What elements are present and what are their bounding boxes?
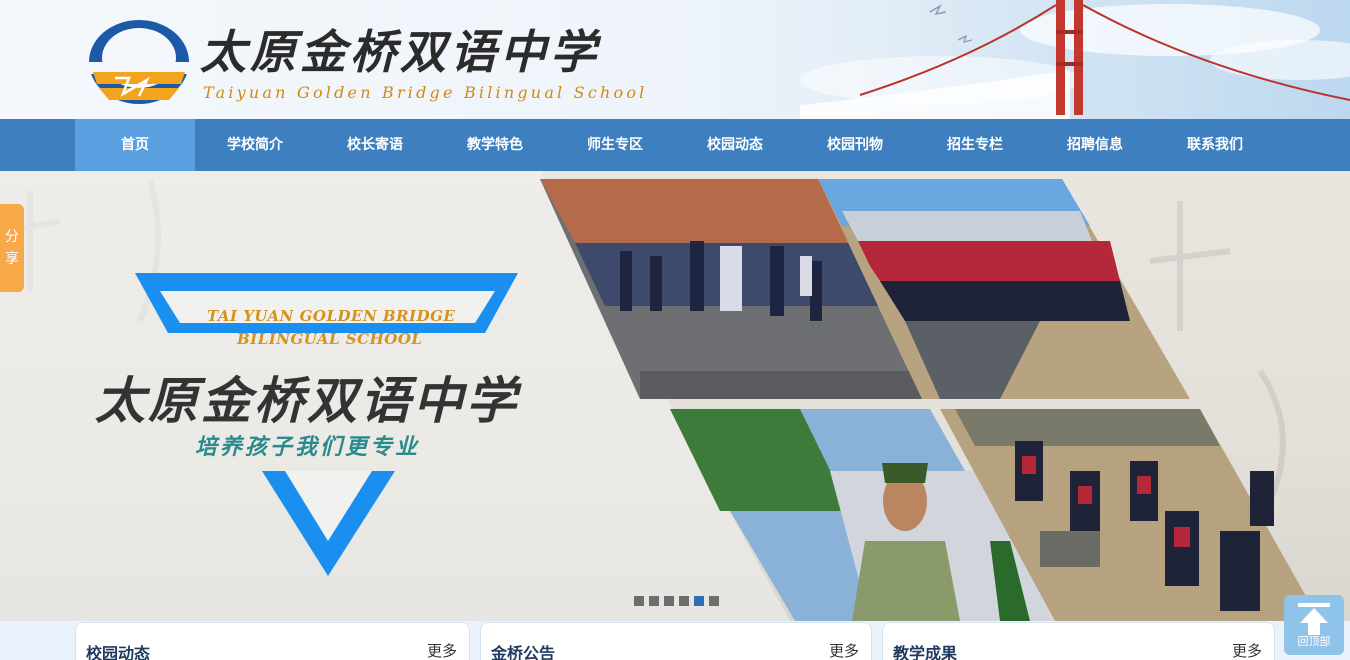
more-link[interactable]: 更多 [1232,640,1262,660]
site-header: 太原金桥双语中学 Taiyuan Golden Bridge Bilingual… [0,0,1350,119]
slider-dot-active[interactable] [694,596,704,606]
nav-item-campus-news[interactable]: 校园动态 [675,119,795,171]
nav-item-home[interactable]: 首页 [75,119,195,171]
nav-list: 首页 学校简介 校长寄语 教学特色 师生专区 校园动态 校园刊物 招生专栏 招聘… [75,119,1275,171]
share-label-1: 分 [5,229,19,245]
banner-en-line2: BILINGUAL SCHOOL [237,330,423,348]
slider-dot[interactable] [649,596,659,606]
nav-item-about[interactable]: 学校简介 [195,119,315,171]
golden-bridge-illustration [740,0,1350,119]
slider-dot[interactable] [709,596,719,606]
nav-item-publications[interactable]: 校园刊物 [795,119,915,171]
banner-title: 太原金桥双语中学 [95,371,519,430]
back-to-top-label: 回顶部 [1297,635,1331,648]
nav-item-admissions[interactable]: 招生专栏 [915,119,1035,171]
nav-item-teaching-features[interactable]: 教学特色 [435,119,555,171]
school-logo[interactable] [85,18,193,106]
back-to-top-button[interactable]: 回顶部 [1284,595,1344,655]
slider-dot[interactable] [634,596,644,606]
share-tab[interactable]: 分 享 [0,204,24,292]
slider-dots [634,596,719,606]
more-link[interactable]: 更多 [829,640,859,660]
more-link[interactable]: 更多 [427,640,457,660]
slider-dot[interactable] [679,596,689,606]
nav-item-recruitment[interactable]: 招聘信息 [1035,119,1155,171]
school-name-en: Taiyuan Golden Bridge Bilingual School [203,83,648,102]
panel-title: 教学成果 [893,644,958,660]
nav-item-contact[interactable]: 联系我们 [1155,119,1275,171]
panel-campus-news: 校园动态 更多 [75,622,470,660]
banner-slogan: 培养孩子我们更专业 [195,434,421,460]
hero-banner[interactable]: TAI YUAN GOLDEN BRIDGE BILINGUAL SCHOOL … [0,171,1350,621]
slider-dot[interactable] [664,596,674,606]
main-nav: 首页 学校简介 校长寄语 教学特色 师生专区 校园动态 校园刊物 招生专栏 招聘… [0,119,1350,171]
banner-en-line1: TAI YUAN GOLDEN BRIDGE [207,307,456,325]
school-name-zh: 太原金桥双语中学 [200,25,600,79]
share-label-2: 享 [5,251,19,267]
panel-title: 校园动态 [86,644,151,660]
panel-teaching-results: 教学成果 更多 [882,622,1275,660]
nav-item-teachers-students[interactable]: 师生专区 [555,119,675,171]
panel-announcements: 金桥公告 更多 [480,622,872,660]
panel-title: 金桥公告 [491,644,556,660]
nav-item-principal-message[interactable]: 校长寄语 [315,119,435,171]
